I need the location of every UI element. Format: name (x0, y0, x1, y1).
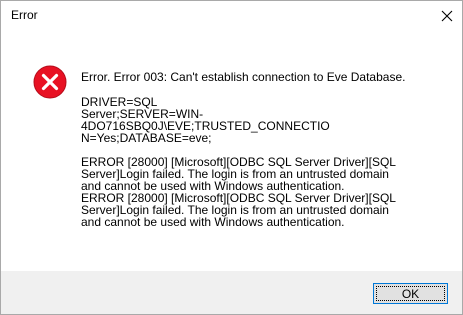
title-bar: Error (1, 1, 462, 31)
close-button[interactable] (432, 1, 462, 31)
error-dialog: Error Error. Error 003: Can't establish … (0, 0, 463, 315)
button-bar: OK (1, 271, 462, 314)
ok-button[interactable]: OK (373, 283, 448, 304)
error-line: and cannot be used with Windows authenti… (81, 215, 345, 229)
dialog-content: Error. Error 003: Can't establish connec… (1, 31, 462, 271)
connection-string: DRIVER=SQL Server;SERVER=WIN-4DO716SBQ0J… (81, 96, 445, 144)
connection-line: Server;SERVER=WIN-4DO716SBQ0J\EVE;TRUSTE… (81, 107, 330, 133)
error-message: Error. Error 003: Can't establish connec… (81, 71, 445, 228)
window-title: Error (11, 8, 38, 22)
error-headline: Error. Error 003: Can't establish connec… (81, 70, 406, 84)
connection-line: N=Yes;DATABASE=eve; (81, 131, 212, 145)
error-icon (33, 65, 67, 99)
close-icon (441, 10, 453, 22)
error-details: ERROR [28000] [Microsoft][ODBC SQL Serve… (81, 156, 445, 228)
